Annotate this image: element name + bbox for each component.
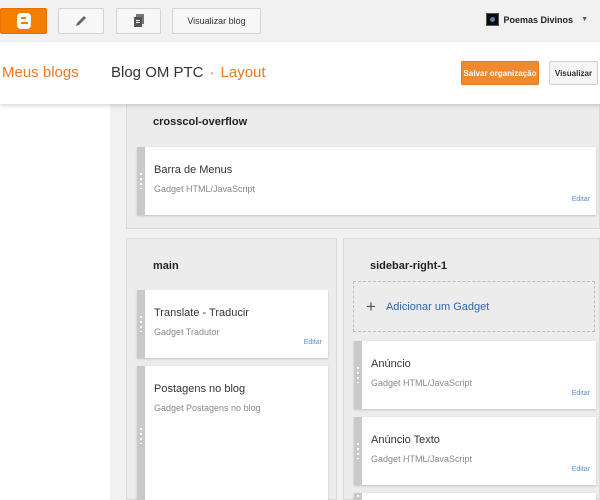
drag-handle[interactable] — [137, 366, 145, 500]
gadget-card[interactable]: Postagens no blog Gadget Postagens no bl… — [137, 366, 328, 500]
drag-handle[interactable] — [137, 147, 145, 215]
posts-list-button[interactable] — [116, 8, 161, 34]
view-blog-button[interactable]: Visualizar blog — [172, 8, 261, 34]
add-gadget-button[interactable]: + Adicionar um Gadget — [353, 281, 595, 332]
breadcrumb: Blog OM PTC · Layout — [111, 64, 266, 81]
save-arrangement-button[interactable]: Salvar organização — [461, 61, 539, 85]
top-toolbar: Visualizar blog Poemas Divinos ▼ — [0, 0, 600, 42]
section-crosscol-overflow: crosscol-overflow Barra de Menus Gadget … — [126, 104, 600, 229]
section-title: sidebar-right-1 — [370, 260, 448, 272]
gadget-type: Gadget HTML/JavaScript — [154, 184, 256, 194]
edit-link[interactable]: Editar — [572, 466, 590, 473]
gadget-title: Barra de Menus — [154, 164, 233, 176]
page-title: Layout — [220, 64, 266, 81]
gadget-type: Gadget HTML/JavaScript — [371, 454, 473, 464]
my-blogs-link[interactable]: Meus blogs — [2, 64, 79, 81]
drag-handle[interactable] — [137, 290, 145, 358]
blog-avatar — [485, 13, 499, 26]
section-title: main — [153, 260, 179, 272]
account-name: Poemas Divinos — [503, 14, 574, 25]
edit-link[interactable]: Editar — [572, 390, 590, 397]
plus-icon: + — [366, 297, 376, 316]
pages-icon — [133, 14, 144, 27]
edit-link[interactable]: Editar — [572, 196, 590, 203]
new-post-button[interactable] — [58, 8, 104, 34]
chevron-down-icon: ▼ — [581, 16, 588, 23]
preview-button[interactable]: Visualizar — [549, 61, 598, 85]
gadget-card[interactable]: Anúncio Texto Gadget HTML/JavaScript Edi… — [354, 417, 596, 485]
left-sidebar — [0, 104, 110, 500]
page-header: Meus blogs Blog OM PTC · Layout Salvar org… — [0, 42, 600, 104]
add-gadget-label: Adicionar um Gadget — [385, 300, 490, 313]
section-title: crosscol-overflow — [153, 116, 248, 128]
blog-name: Blog OM PTC — [111, 64, 204, 81]
pencil-icon — [76, 16, 86, 26]
gadget-type: Gadget HTML/JavaScript — [371, 378, 473, 388]
drag-handle[interactable] — [354, 341, 362, 409]
account-switcher[interactable]: Poemas Divinos ▼ — [485, 13, 588, 26]
gadget-card[interactable] — [354, 493, 596, 500]
edit-link[interactable]: Editar — [304, 339, 322, 346]
gadget-title: Postagens no blog — [154, 383, 246, 395]
blogger-logo-icon — [16, 13, 31, 29]
gadget-card[interactable]: Anúncio Gadget HTML/JavaScript Editar — [354, 341, 596, 409]
drag-handle[interactable] — [354, 493, 362, 500]
blogger-home-button[interactable] — [0, 8, 47, 34]
gadget-title: Translate - Traducir — [154, 307, 249, 319]
gadget-type: Gadget Tradutor — [154, 327, 220, 337]
gadget-title: Anúncio Texto — [371, 434, 440, 446]
gadget-title: Anúncio — [371, 358, 411, 370]
gadget-type: Gadget Postagens no blog — [154, 403, 261, 413]
breadcrumb-separator: · — [209, 64, 215, 81]
section-sidebar-right-1: sidebar-right-1 Anúncio Gadget HTML/Java… — [343, 238, 600, 500]
drag-handle[interactable] — [354, 417, 362, 485]
gadget-card[interactable]: Barra de Menus Gadget HTML/JavaScript Ed… — [137, 147, 596, 215]
section-main: main Translate - Traducir Gadget Traduto… — [126, 238, 337, 500]
gadget-card[interactable]: Translate - Traducir Gadget Tradutor Edi… — [137, 290, 328, 358]
